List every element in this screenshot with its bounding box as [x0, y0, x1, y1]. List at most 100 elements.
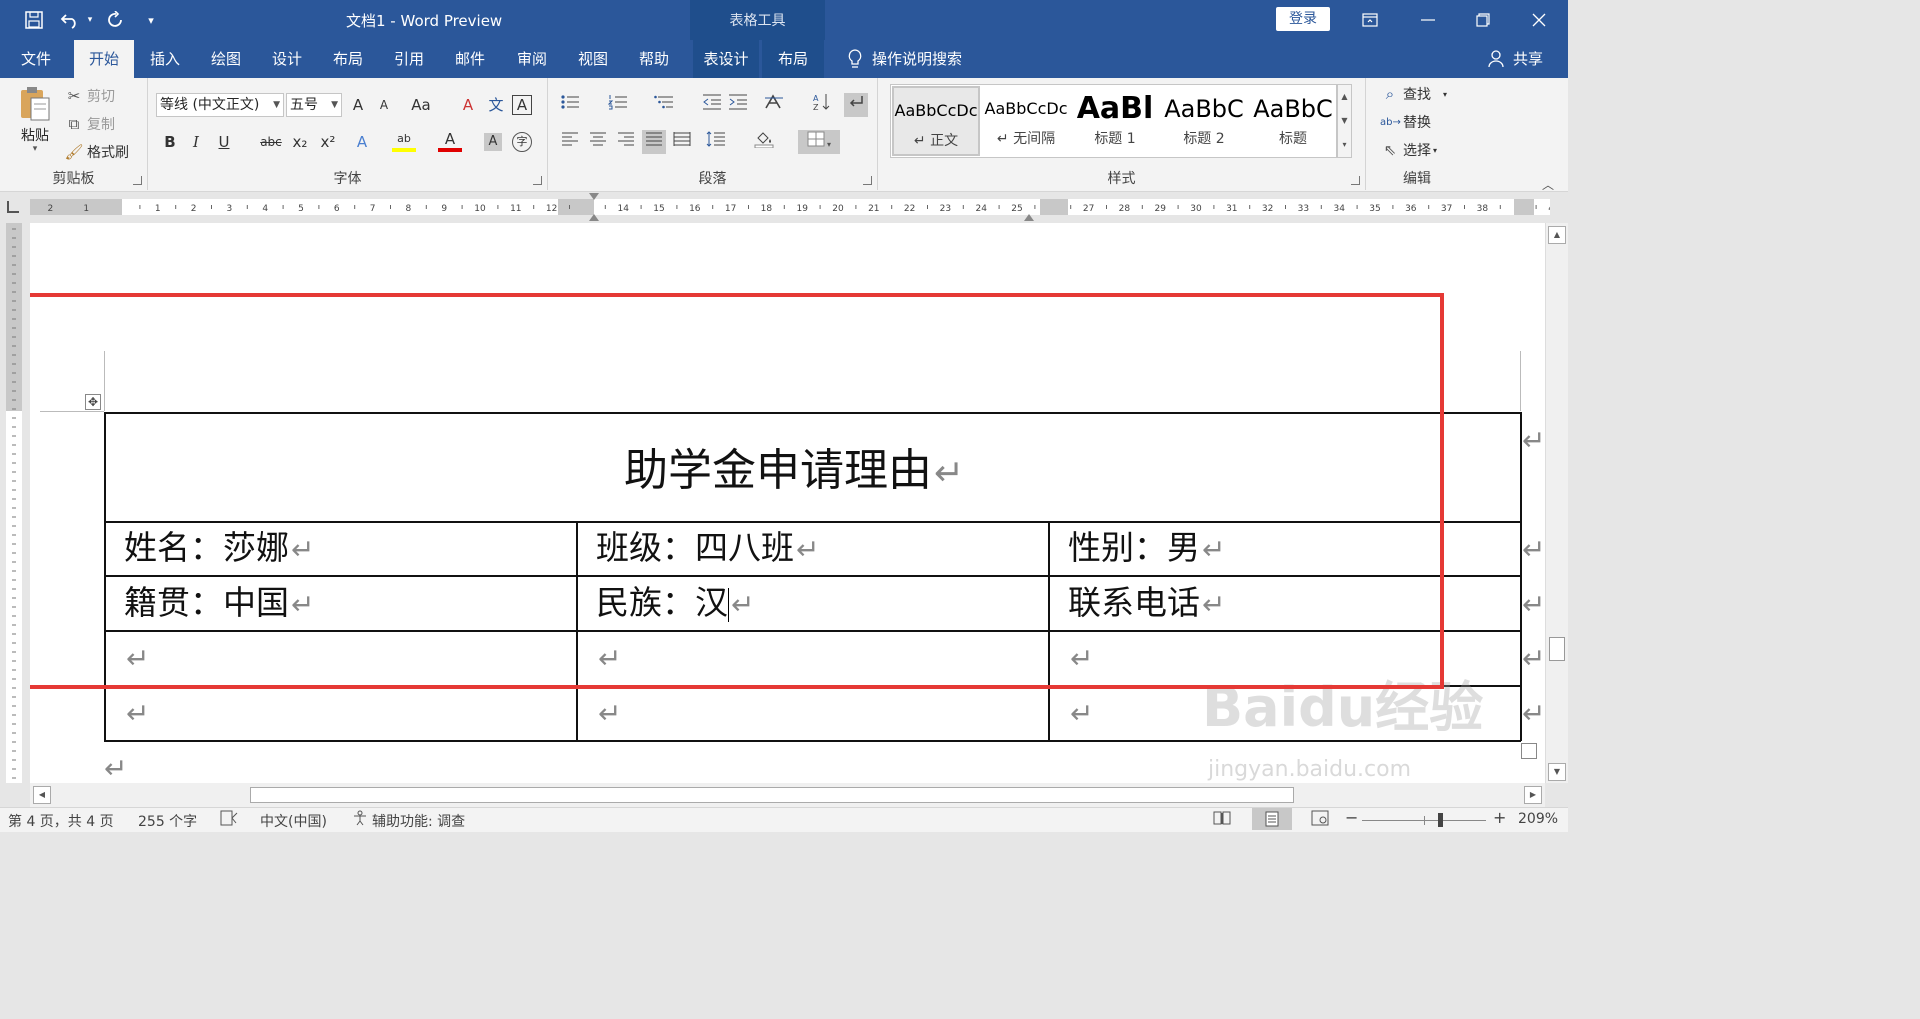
- minimize-icon[interactable]: [1413, 8, 1443, 32]
- multilevel-list-icon[interactable]: [652, 93, 676, 117]
- document-canvas[interactable]: ✥ 助学金申请理由↵ 姓名：莎娜↵ 班级：四八班↵ 性别：男↵ 籍贯：中国↵ 民…: [30, 223, 1545, 783]
- zoom-in-icon[interactable]: +: [1493, 808, 1506, 827]
- text-effects-button[interactable]: A: [350, 130, 374, 154]
- table-cell-empty[interactable]: ↵: [596, 692, 621, 734]
- font-color-button[interactable]: A: [438, 130, 462, 152]
- share-button[interactable]: 共享: [1508, 40, 1548, 78]
- undo-dropdown-icon[interactable]: ▾: [84, 8, 96, 32]
- cut-button[interactable]: ✂ 剪切: [64, 84, 115, 108]
- first-line-indent-marker[interactable]: [589, 193, 599, 200]
- character-shading-button[interactable]: A: [484, 133, 502, 151]
- tab-references[interactable]: 引用: [382, 40, 436, 78]
- redo-icon[interactable]: [104, 8, 128, 32]
- table-cell-empty[interactable]: ↵: [124, 692, 149, 734]
- increase-indent-icon[interactable]: [726, 93, 750, 117]
- show-marks-icon[interactable]: [844, 93, 868, 117]
- save-icon[interactable]: [22, 8, 46, 32]
- copy-button[interactable]: ⧉ 复制: [64, 112, 115, 136]
- paragraph-launcher[interactable]: [863, 176, 872, 185]
- gallery-more-icon[interactable]: ▾: [1338, 133, 1351, 157]
- language-indicator[interactable]: 中文(中国): [260, 811, 327, 831]
- tab-file[interactable]: 文件: [8, 40, 64, 78]
- align-left-icon[interactable]: [558, 130, 582, 154]
- horizontal-scrollbar[interactable]: ◀ ▶: [30, 783, 1545, 807]
- accessibility-icon[interactable]: [352, 810, 368, 830]
- tab-layout[interactable]: 布局: [321, 40, 375, 78]
- style-gallery-scroll[interactable]: ▲ ▼ ▾: [1337, 84, 1352, 158]
- table-cell-empty[interactable]: ↵: [1068, 692, 1093, 734]
- login-button[interactable]: 登录: [1276, 7, 1330, 31]
- after-table-paragraph[interactable]: ↵: [102, 747, 127, 783]
- character-border-button[interactable]: A: [512, 95, 532, 115]
- bold-button[interactable]: B: [158, 130, 182, 154]
- numbering-icon[interactable]: [606, 93, 630, 117]
- accessibility-status[interactable]: 辅助功能: 调查: [372, 811, 465, 831]
- line-spacing-icon[interactable]: [704, 130, 728, 154]
- select-button[interactable]: ⇖ 选择 ▾: [1380, 138, 1437, 162]
- close-icon[interactable]: [1524, 8, 1554, 32]
- style-no-spacing[interactable]: AaBbCcDc ↵ 无间隔: [982, 86, 1070, 156]
- replace-button[interactable]: ab→ 替换: [1380, 110, 1431, 134]
- print-layout-icon[interactable]: [1252, 808, 1292, 830]
- italic-button[interactable]: I: [184, 130, 208, 154]
- vertical-scroll-thumb[interactable]: [1549, 637, 1565, 661]
- undo-icon[interactable]: [58, 8, 82, 32]
- zoom-slider-thumb[interactable]: [1438, 813, 1443, 827]
- align-center-icon[interactable]: [586, 130, 610, 154]
- tab-table-layout[interactable]: 布局: [762, 40, 824, 78]
- find-button[interactable]: ⌕ 查找 ▾: [1380, 82, 1447, 106]
- distributed-icon[interactable]: [670, 130, 694, 154]
- tab-insert[interactable]: 插入: [138, 40, 192, 78]
- style-heading2[interactable]: AaBbC 标题 2: [1160, 86, 1248, 156]
- web-layout-icon[interactable]: [1311, 810, 1329, 830]
- align-right-icon[interactable]: [614, 130, 638, 154]
- tab-review[interactable]: 审阅: [505, 40, 559, 78]
- styles-launcher[interactable]: [1351, 176, 1360, 185]
- vertical-ruler[interactable]: [0, 223, 30, 783]
- phonetic-guide-button[interactable]: 文: [484, 93, 508, 117]
- highlight-button[interactable]: ab: [392, 130, 416, 152]
- restore-icon[interactable]: [1468, 8, 1498, 32]
- font-name-combo[interactable]: 等线 (中文正文) ▼: [156, 93, 284, 117]
- tab-table-design[interactable]: 表设计: [693, 40, 759, 78]
- collapse-ribbon-icon[interactable]: ︿: [1542, 176, 1554, 193]
- scroll-down-icon[interactable]: ▼: [1548, 763, 1566, 781]
- change-case-button[interactable]: Aa: [404, 93, 438, 117]
- horizontal-scroll-thumb[interactable]: [250, 787, 1294, 803]
- word-count[interactable]: 255 个字: [138, 811, 197, 831]
- gallery-down-icon[interactable]: ▼: [1338, 109, 1351, 133]
- style-normal[interactable]: AaBbCcDc ↵ 正文: [892, 86, 980, 156]
- horizontal-ruler[interactable]: 2 1 1 2 3 4 5 6 7 8 9 10 11 12 14 15 16 17 18 19 20 21 22 23 24 2…: [0, 193, 1568, 223]
- font-size-combo[interactable]: 五号 ▼: [286, 93, 342, 117]
- tab-selector-icon[interactable]: [7, 201, 19, 213]
- page-count[interactable]: 第 4 页，共 4 页: [8, 811, 114, 831]
- hanging-indent-marker[interactable]: [589, 214, 599, 221]
- enclose-characters-button[interactable]: 字: [512, 132, 532, 152]
- superscript-button[interactable]: x²: [316, 130, 340, 154]
- read-mode-icon[interactable]: [1213, 810, 1231, 830]
- table-resize-handle-icon[interactable]: [1521, 743, 1537, 759]
- search-tell-me[interactable]: 操作说明搜索: [872, 40, 972, 78]
- lightbulb-icon[interactable]: [842, 40, 868, 78]
- tab-help[interactable]: 帮助: [627, 40, 681, 78]
- tab-draw[interactable]: 绘图: [199, 40, 253, 78]
- subscript-button[interactable]: x₂: [288, 130, 312, 154]
- format-painter-button[interactable]: 🖌 格式刷: [64, 140, 129, 164]
- tab-view[interactable]: 视图: [566, 40, 620, 78]
- chinese-layout-icon[interactable]: [762, 93, 786, 117]
- scroll-right-icon[interactable]: ▶: [1524, 786, 1542, 804]
- paste-button[interactable]: 粘贴 ▾: [14, 84, 56, 156]
- right-indent-marker[interactable]: [1024, 214, 1034, 221]
- shading-icon[interactable]: [752, 130, 776, 154]
- vertical-scrollbar[interactable]: ▲ ▼: [1545, 223, 1568, 783]
- underline-button[interactable]: U: [212, 130, 236, 154]
- gallery-up-icon[interactable]: ▲: [1338, 85, 1351, 109]
- shrink-font-button[interactable]: A: [372, 93, 396, 117]
- grow-font-button[interactable]: A: [346, 93, 370, 117]
- style-heading1[interactable]: AaBl 标题 1: [1071, 86, 1159, 156]
- borders-icon[interactable]: ▾: [798, 130, 840, 154]
- decrease-indent-icon[interactable]: [700, 93, 724, 117]
- scroll-up-icon[interactable]: ▲: [1548, 226, 1566, 244]
- clear-formatting-button[interactable]: A: [456, 93, 480, 117]
- clipboard-launcher[interactable]: [133, 176, 142, 185]
